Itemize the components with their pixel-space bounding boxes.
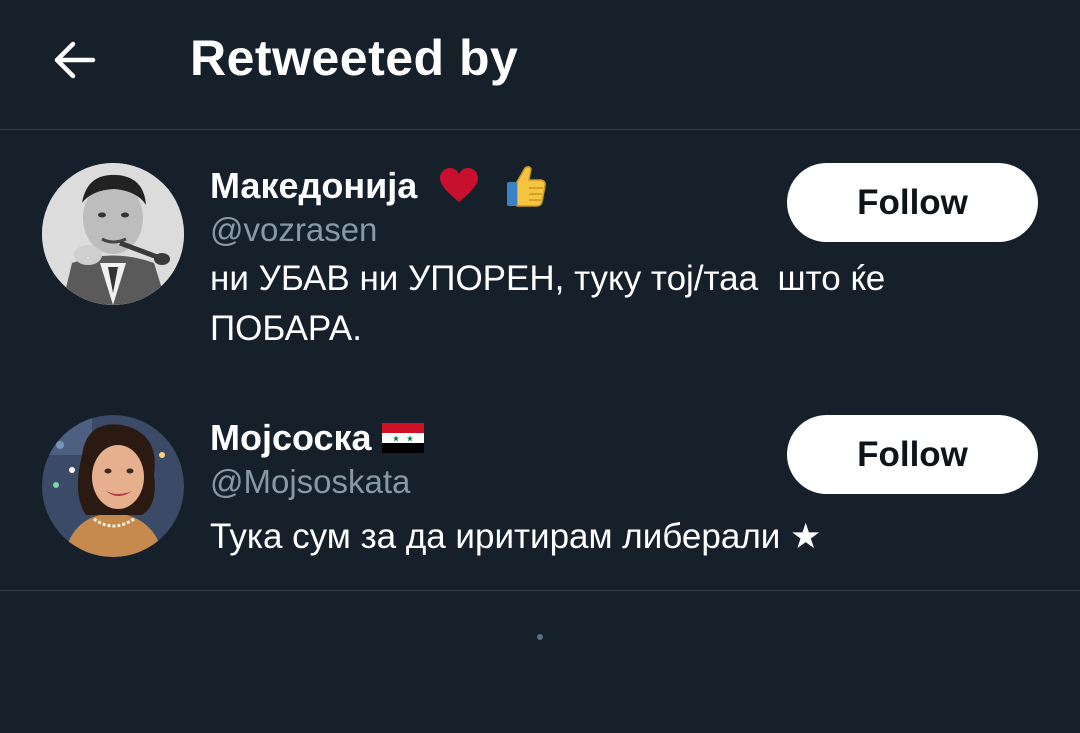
avatar-image <box>42 415 184 557</box>
retweeted-by-screen: Retweeted by Македонија @vozrasen ни УБА… <box>0 0 1080 733</box>
back-button[interactable] <box>44 30 104 90</box>
list-divider <box>0 590 1080 591</box>
bio-line: Тука сум за да иритирам либерали ★ <box>210 517 822 556</box>
display-name[interactable]: Мојсоска <box>210 417 372 459</box>
thumbs-up-icon <box>505 164 547 208</box>
bio-line: ПОБАРА. <box>210 309 362 348</box>
user-handle[interactable]: @Mojsoskata <box>210 463 410 501</box>
follow-button[interactable]: Follow <box>787 163 1038 242</box>
name-line: Македонија <box>210 161 547 211</box>
follow-button[interactable]: Follow <box>787 415 1038 494</box>
user-bio: ни УБАВ ни УПОРЕН, туку тој/таа што ќе П… <box>210 254 970 354</box>
heart-icon <box>439 168 479 204</box>
avatar[interactable] <box>42 415 184 557</box>
display-name[interactable]: Македонија <box>210 165 417 207</box>
name-line: Мојсоска <box>210 413 424 463</box>
bio-line: ни УБАВ ни УПОРЕН, туку тој/таа што ќе <box>210 259 886 298</box>
user-bio: Тука сум за да иритирам либерали ★ <box>210 512 970 562</box>
arrow-left-icon <box>54 41 96 79</box>
loading-indicator <box>537 634 543 640</box>
user-handle[interactable]: @vozrasen <box>210 211 377 249</box>
avatar[interactable] <box>42 163 184 305</box>
page-title: Retweeted by <box>190 30 519 86</box>
avatar-image <box>42 163 184 305</box>
top-app-bar: Retweeted by <box>0 0 1080 130</box>
syria-flag-icon <box>381 423 424 453</box>
